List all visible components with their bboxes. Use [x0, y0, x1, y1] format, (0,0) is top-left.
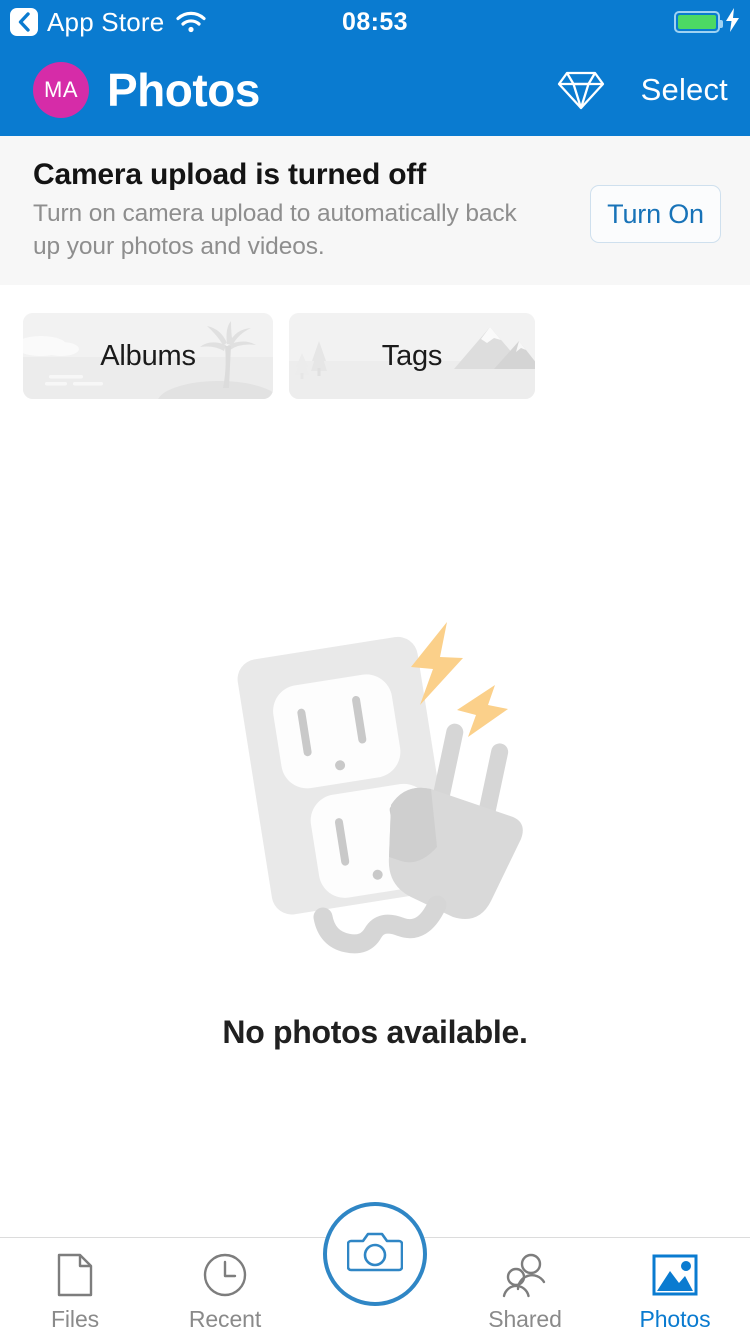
diamond-icon[interactable]: [557, 67, 605, 113]
tags-card-label: Tags: [381, 339, 443, 372]
tab-files[interactable]: Files: [0, 1238, 150, 1334]
tab-recent-label: Recent: [188, 1306, 262, 1332]
status-bar-right: [674, 0, 740, 44]
banner-text: Camera upload is turned off Turn on came…: [0, 158, 540, 263]
tab-photos-label: Photos: [639, 1306, 711, 1332]
lightning-bolt-icon: [725, 7, 740, 37]
banner-title: Camera upload is turned off: [33, 157, 426, 191]
tags-card[interactable]: Tags: [289, 313, 535, 399]
status-bar-clock: 08:53: [342, 7, 408, 36]
clock-icon: [202, 1252, 248, 1298]
tab-recent[interactable]: Recent: [150, 1238, 300, 1334]
app-screen: App Store 08:53 MA Photos Select Camera …: [0, 0, 750, 1334]
navigation-actions: Select: [557, 44, 728, 136]
camera-icon: [346, 1229, 404, 1280]
turn-on-button-label: Turn On: [607, 198, 704, 229]
photo-filled-icon: [652, 1252, 698, 1298]
tab-photos[interactable]: Photos: [600, 1238, 750, 1334]
battery-full-icon: [674, 11, 723, 33]
page-title: Photos: [107, 64, 260, 116]
empty-state-message: No photos available.: [222, 1014, 528, 1050]
avatar[interactable]: MA: [33, 62, 89, 118]
document-icon: [55, 1252, 95, 1298]
banner-subtitle: Turn on camera upload to automatically b…: [33, 199, 517, 260]
shortcut-cards: Albums Tags: [0, 313, 750, 403]
turn-on-button[interactable]: Turn On: [590, 185, 721, 243]
status-bar: App Store 08:53: [0, 0, 750, 44]
tab-bar: Files Recent Shared Photos: [0, 1202, 750, 1334]
navigation-bar: MA Photos Select: [0, 44, 750, 136]
tab-files-label: Files: [50, 1306, 100, 1332]
unplugged-outlet-illustration: [237, 622, 523, 954]
select-button[interactable]: Select: [641, 72, 728, 108]
tab-shared-label: Shared: [488, 1306, 562, 1332]
albums-card-label: Albums: [100, 339, 196, 372]
people-icon: [500, 1252, 550, 1298]
albums-card[interactable]: Albums: [23, 313, 273, 399]
avatar-initials: MA: [44, 77, 78, 102]
tab-shared[interactable]: Shared: [450, 1238, 600, 1334]
camera-capture-button[interactable]: [323, 1202, 427, 1306]
